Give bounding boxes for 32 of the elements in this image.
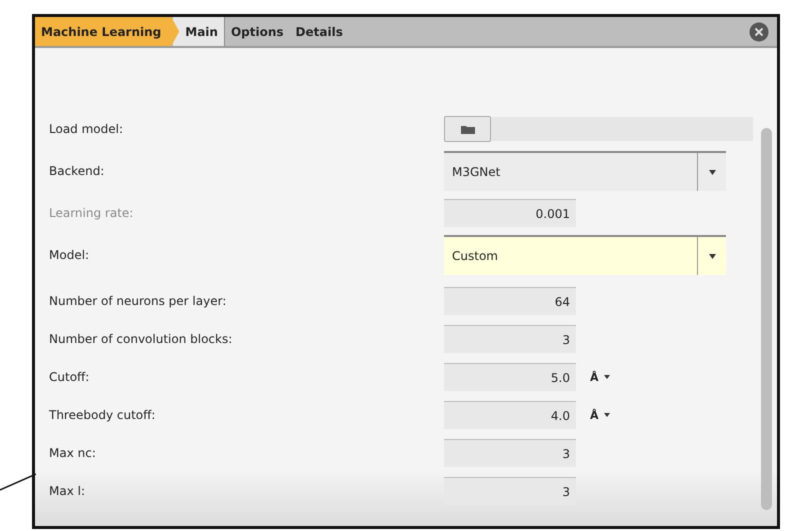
tab[interactable]: Options [224,17,290,46]
caret-icon [708,170,716,174]
number-field[interactable]: 3 [444,325,576,353]
field-label: Threebody cutoff: [49,408,156,422]
field-label: Model: [49,248,90,262]
field-label: Max l: [49,484,86,498]
caret-icon [604,413,610,417]
number-field[interactable]: 4.0 [444,401,576,429]
file-path-field[interactable] [491,117,753,141]
panel-title: Machine Learning [35,17,180,46]
field-label: Number of convolution blocks: [49,332,234,346]
scrollbar-thumb[interactable] [760,128,772,510]
dropdown[interactable]: M3GNet [444,151,726,191]
field-label: Number of neurons per layer: [49,294,228,308]
tab[interactable]: Details [290,17,349,46]
tab[interactable]: Main [173,17,225,46]
folder-icon [460,124,474,134]
field-label: Backend: [49,164,106,178]
number-field[interactable]: 3 [444,439,576,467]
number-field[interactable]: 5.0 [444,363,576,391]
close-icon[interactable] [749,22,769,42]
field-label: Cutoff: [49,370,90,384]
caret-icon [708,254,716,258]
browse-button[interactable] [444,116,491,142]
dropdown[interactable]: Custom [444,235,726,275]
field-label: Learning rate: [49,206,134,220]
unit-dropdown[interactable]: Å [590,408,610,422]
field-label: Max nc: [49,446,97,460]
caret-icon [604,375,610,379]
number-field[interactable]: 64 [444,287,576,315]
unit-dropdown[interactable]: Å [590,370,610,384]
field-label: Load model: [49,122,124,136]
